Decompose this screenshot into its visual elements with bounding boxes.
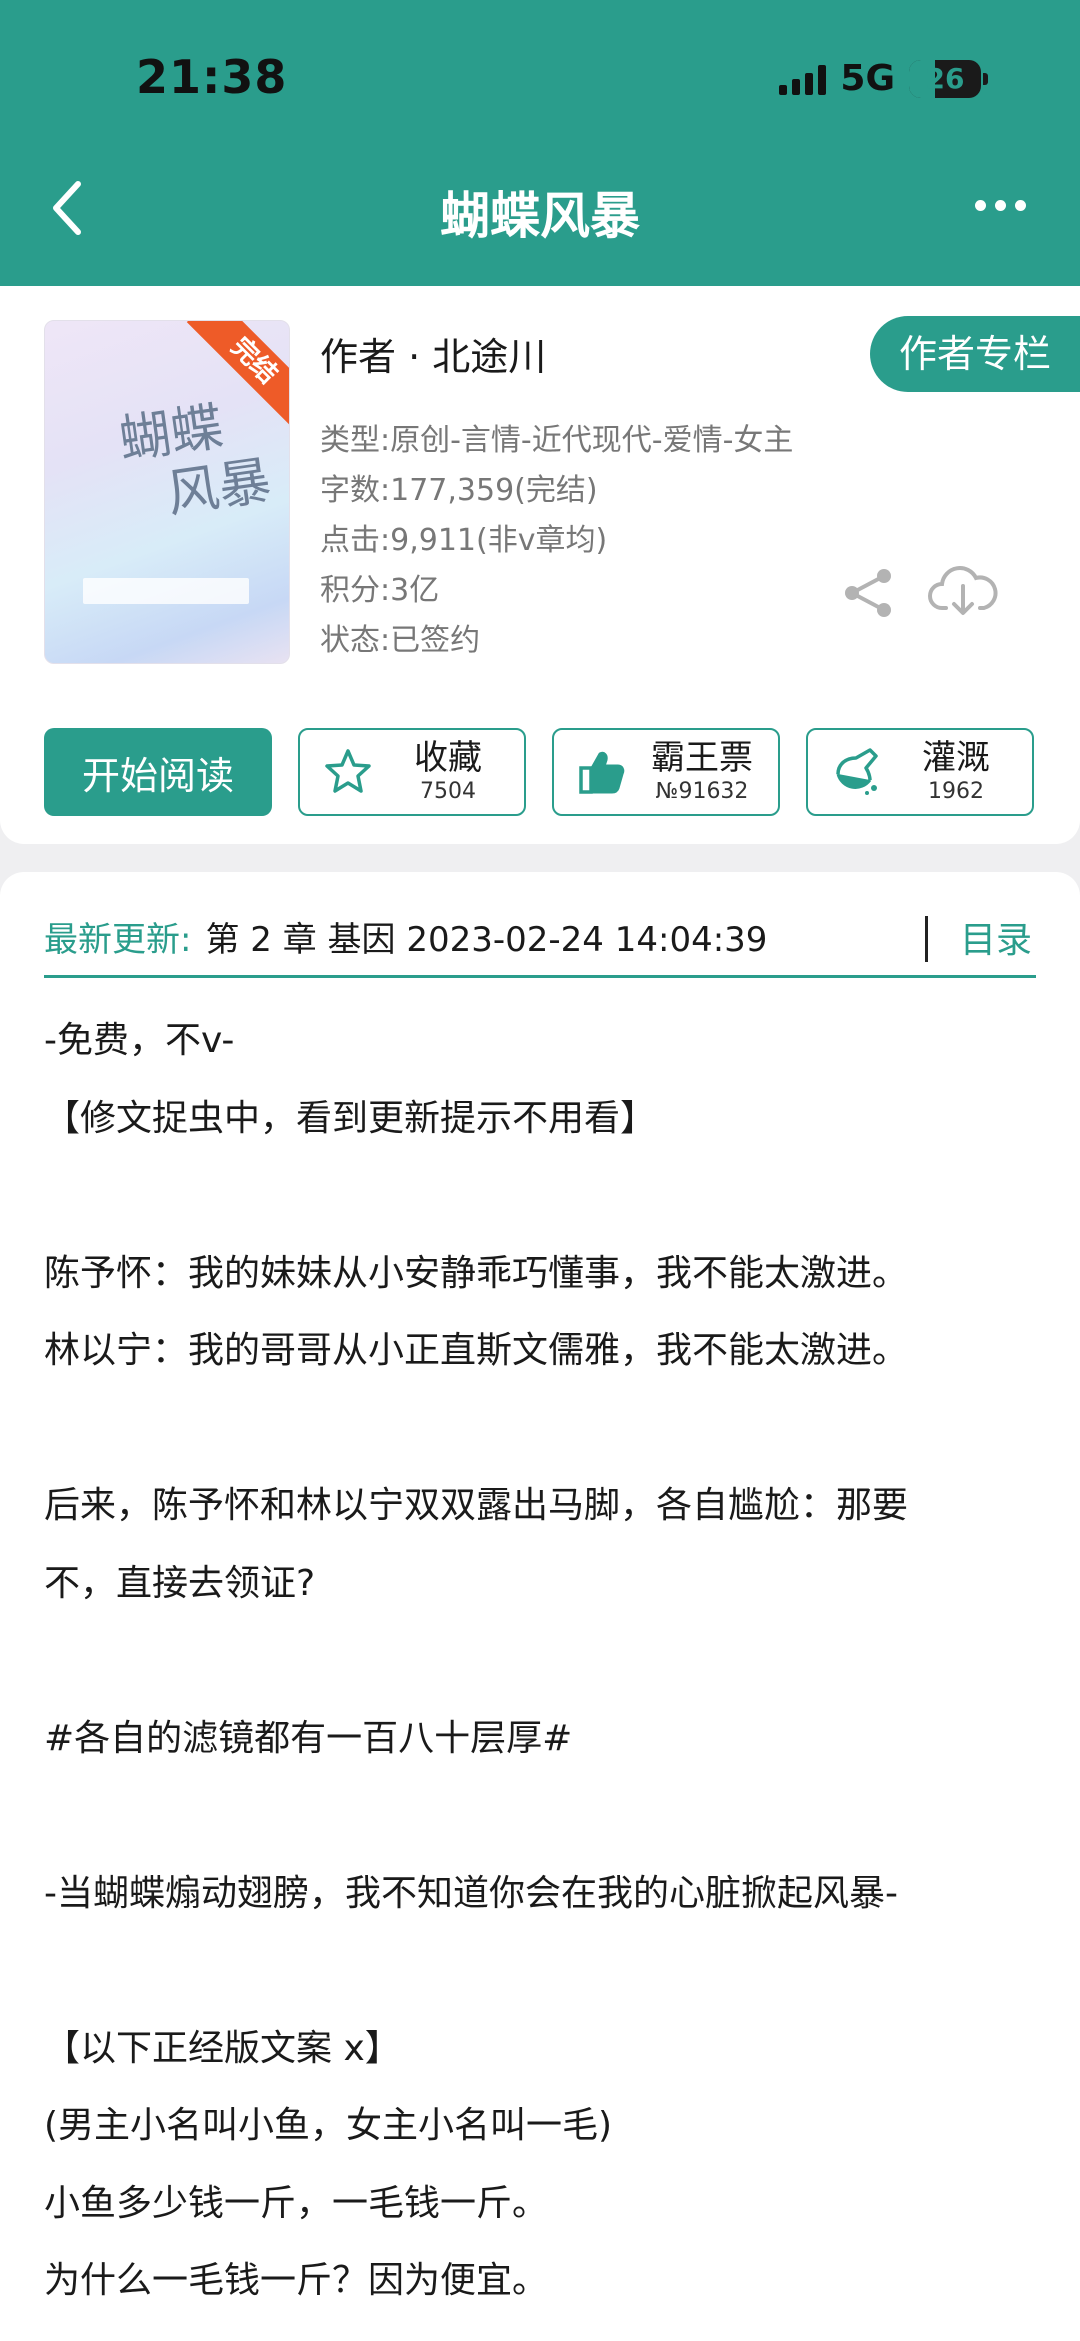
star-icon (325, 749, 371, 793)
toc-link[interactable]: 目录 (960, 911, 1032, 963)
description-line: #各自的滤镜都有一百八十层厚# (44, 1717, 573, 1759)
thumbs-up-icon (579, 751, 625, 794)
book-cover[interactable]: 蝴蝶 风暴 完结 (44, 320, 290, 664)
description-line: 【以下正经版文案 x】 (44, 2027, 401, 2069)
meta-clicks: 点击:9,911(非v章均) (320, 523, 608, 558)
book-meta: 类型:原创-言情-近代现代-爱情-女主 字数:177,359(完结) 点击:9,… (320, 416, 793, 666)
description-line: -免费，不v- (44, 1020, 235, 1061)
book-description: -免费，不v- 【修文捉虫中，看到更新提示不用看】 陈予怀：我的妹妹从小安静乖巧… (44, 1002, 1036, 2320)
description-line: 陈予怀：我的妹妹从小安静乖巧懂事，我不能太激进。 (44, 1252, 909, 1294)
water-count: 1962 (928, 779, 984, 804)
status-indicators: 5G 26 (779, 58, 988, 99)
cellular-signal-icon (779, 63, 827, 95)
description-line: -当蝴蝶煽动翅膀，我不知道你会在我的心脏掀起风暴- (44, 1872, 898, 1914)
battery-icon: 26 (909, 59, 981, 98)
description-line (44, 1932, 1036, 2010)
start-reading-button[interactable]: 开始阅读 (44, 728, 272, 816)
description-line (44, 1390, 1036, 1468)
action-bar: 开始阅读 收藏 7504 霸王票 №91632 灌溉 1962 (44, 728, 1036, 818)
ellipsis-icon[interactable] (975, 200, 1026, 211)
description-line (44, 1777, 1036, 1855)
water-label: 灌溉 (922, 738, 990, 778)
description-panel: 最新更新: 第 2 章 基因 2023-02-24 14:04:39 目录 -免… (0, 872, 1080, 2341)
description-line: 为什么一毛钱一斤？因为便宜。 (44, 2260, 549, 2301)
description-line: 林以宁：我的哥哥从小正直斯文儒雅，我不能太激进。 (44, 1330, 909, 1371)
status-time: 21:38 (136, 50, 288, 104)
ticket-count: №91632 (655, 779, 749, 804)
book-info-card: 蝴蝶 风暴 完结 作者 · 北途川 作者专栏 类型:原创-言情-近代现代-爱情-女… (0, 286, 1080, 844)
battery-level: 26 (925, 62, 965, 95)
latest-update-label: 最新更新: (44, 920, 192, 960)
description-line: (男主小名叫小鱼，女主小名叫一毛) (44, 2105, 613, 2146)
latest-update-bar[interactable]: 最新更新: 第 2 章 基因 2023-02-24 14:04:39 目录 (44, 898, 1036, 978)
latest-update-chapter[interactable]: 第 2 章 基因 2023-02-24 14:04:39 (205, 912, 767, 961)
favorite-button[interactable]: 收藏 7504 (298, 728, 526, 816)
meta-status: 状态:已签约 (320, 623, 481, 658)
share-icon[interactable] (842, 566, 896, 620)
page-title: 蝴蝶风暴 (440, 187, 640, 245)
description-line (44, 1622, 1036, 1700)
meta-points: 积分:3亿 (320, 573, 440, 608)
ticket-button[interactable]: 霸王票 №91632 (552, 728, 780, 816)
meta-word-count: 字数:177,359(完结) (320, 473, 598, 508)
description-line (44, 1157, 1036, 1235)
author-column-button[interactable]: 作者专栏 (870, 316, 1080, 392)
meta-genre: 类型:原创-言情-近代现代-爱情-女主 (320, 423, 794, 458)
app-header: 21:38 5G 26 蝴蝶风暴 (0, 0, 1080, 286)
favorite-count: 7504 (420, 779, 476, 804)
description-line: 不，直接去领证? (44, 1562, 316, 1604)
flask-icon (836, 748, 878, 795)
ticket-label: 霸王票 (651, 738, 753, 778)
author-line[interactable]: 作者 · 北途川 (320, 326, 546, 381)
description-line: 小鱼多少钱一斤，一毛钱一斤。 (44, 2182, 549, 2224)
description-line: 后来，陈予怀和林以宁双双露出马脚，各自尴尬：那要 (44, 1485, 909, 1526)
water-button[interactable]: 灌溉 1962 (806, 728, 1034, 816)
description-line: 【修文捉虫中，看到更新提示不用看】 (44, 1097, 657, 1139)
network-type: 5G (840, 58, 895, 99)
cloud-download-icon[interactable] (928, 564, 998, 620)
favorite-label: 收藏 (414, 738, 482, 778)
divider (925, 916, 928, 962)
cover-title: 蝴蝶 风暴 (115, 397, 275, 525)
